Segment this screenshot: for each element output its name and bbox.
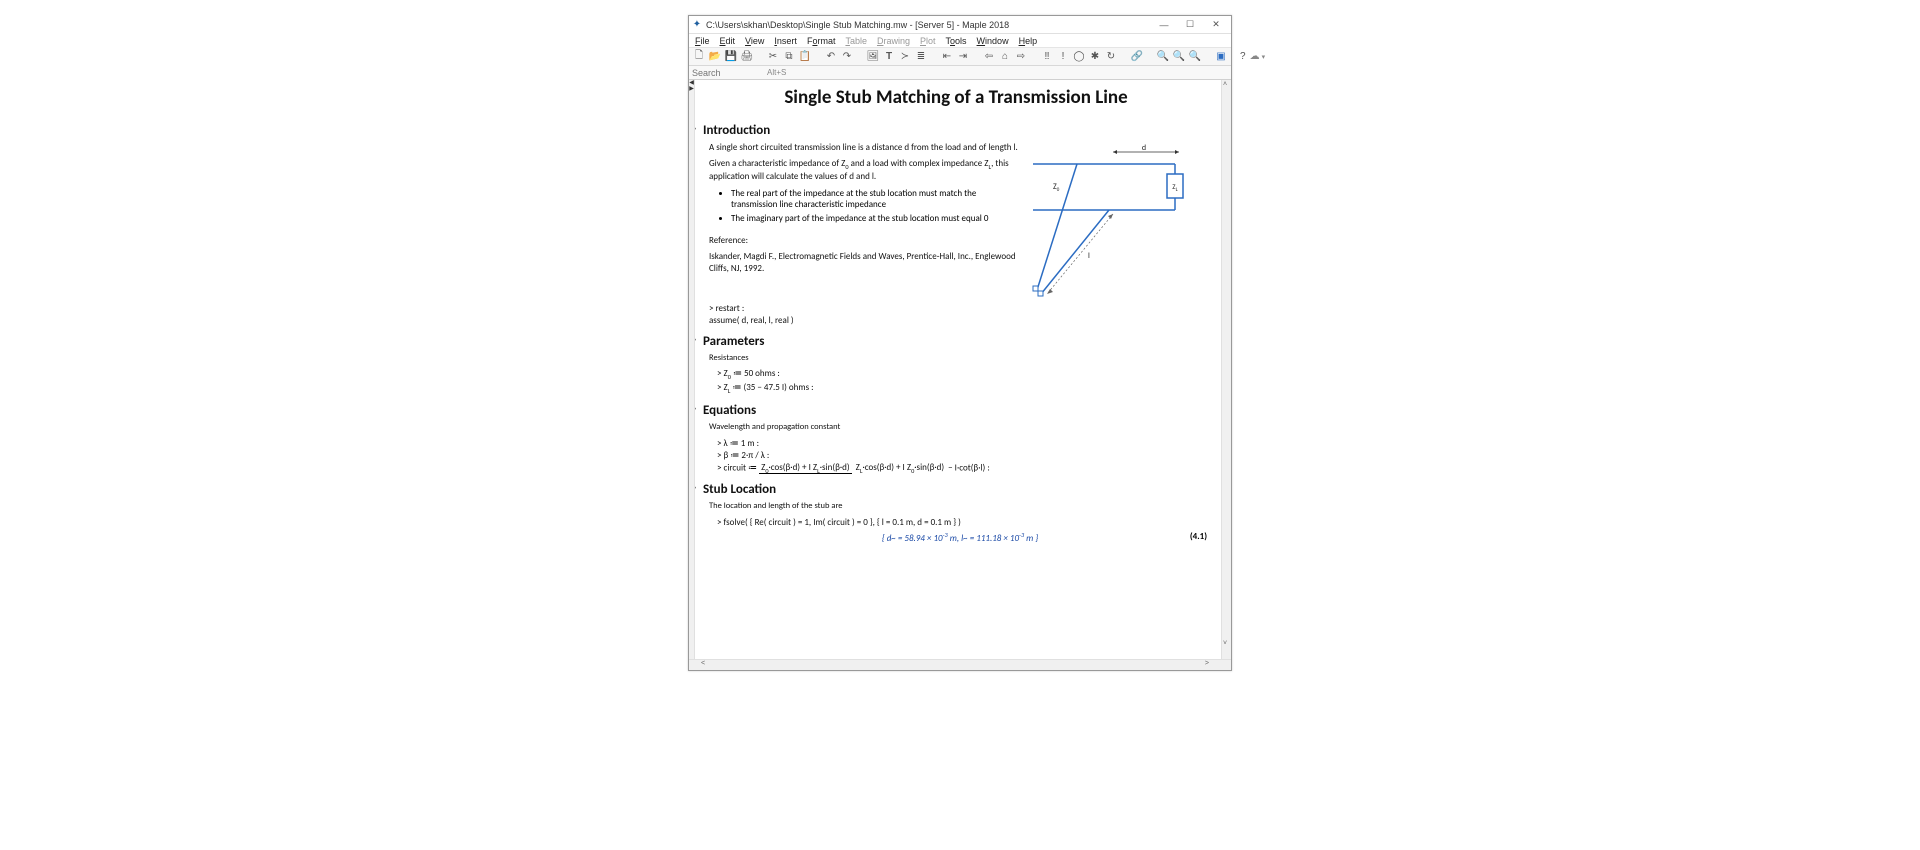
zoom-default-icon[interactable]: 🔍 [1172,50,1186,64]
code-beta[interactable]: > β ≔ 2·π / λ : [709,450,1211,461]
debug-icon[interactable]: ✱ [1088,50,1102,64]
code-assume[interactable]: assume( d, real, l, real ) [701,315,1211,326]
svg-text:l: l [1088,251,1090,261]
disclosure-triangle-icon[interactable]: ▼ [695,405,699,416]
zoom-in-icon[interactable]: 🔍 [1156,50,1170,64]
equations-subheading: Wavelength and propagation constant [709,422,1211,433]
intro-bullet-1: The real part of the impedance at the st… [731,188,1023,211]
indent-icon[interactable]: ⇥ [956,50,970,64]
intro-bullet-2: The imaginary part of the impedance at t… [731,213,1023,225]
svg-text:Z0: Z0 [1053,182,1060,193]
disclosure-triangle-icon[interactable]: ▼ [695,336,699,347]
document-area[interactable]: Single Stub Matching of a Transmission L… [695,80,1221,659]
equation-label: (4.1) [1190,531,1207,542]
window-title: C:\Users\skhan\Desktop\Single Stub Match… [706,20,1151,30]
section-heading-parameters: Parameters [703,334,764,349]
section-heading-stub: Stub Location [703,482,776,497]
intro-p1: A single short circuited transmission li… [709,142,1023,154]
close-button[interactable]: ✕ [1203,17,1229,33]
home-icon[interactable]: ⌂ [998,50,1012,64]
window-controls: — ☐ ✕ [1151,17,1229,33]
copy-icon[interactable]: ⧉ [782,50,796,64]
menu-edit[interactable]: Edit [716,36,740,46]
menu-table[interactable]: Table [841,36,871,46]
undo-icon[interactable]: ↶ [824,50,838,64]
intro-bullets: The real part of the impedance at the st… [709,188,1023,225]
execute-icon[interactable]: ! [1056,50,1070,64]
scroll-right-icon[interactable]: ˃ [1205,660,1209,667]
fullscreen-icon[interactable]: ▣ [1214,50,1228,64]
help-icon[interactable]: ? [1240,50,1246,64]
intro-p2: Given a characteristic impedance of Z0 a… [709,158,1023,183]
menu-file[interactable]: File [691,36,714,46]
menu-format[interactable]: Format [803,36,840,46]
restart-icon[interactable]: ↻ [1104,50,1118,64]
image-icon[interactable]: 🖼 [866,50,880,64]
link-icon[interactable]: 🔗 [1130,50,1144,64]
save-icon[interactable]: 💾 [724,50,738,64]
redo-icon[interactable]: ↷ [840,50,854,64]
reference-heading: Reference: [709,235,1023,247]
disclosure-triangle-icon[interactable]: ▼ [695,484,699,495]
open-icon[interactable]: 📂 [708,50,722,64]
menu-insert[interactable]: Insert [770,36,801,46]
code-restart[interactable]: > restart : [701,303,1211,314]
minimize-button[interactable]: — [1151,17,1177,33]
horizontal-scrollbar[interactable]: ˂ ˃ [695,660,1221,670]
scroll-left-icon[interactable]: ˂ [701,660,705,667]
new-icon[interactable]: 🗋 [692,50,706,64]
menu-drawing[interactable]: Drawing [873,36,914,46]
search-hint: Alt+S [767,68,786,77]
menu-window[interactable]: Window [973,36,1013,46]
workspace: ◀ ▶ Single Stub Matching of a Transmissi… [689,80,1231,659]
code-lambda[interactable]: > λ ≔ 1 m : [709,438,1211,449]
menu-help[interactable]: Help [1015,36,1042,46]
gutter-tri-right-icon: ▶ [689,87,694,92]
reference-text: Iskander, Magdi F., Electromagnetic Fiel… [709,251,1023,275]
section-heading-equations: Equations [703,403,756,418]
forward-icon[interactable]: ⇨ [1014,50,1028,64]
parameters-subheading: Resistances [709,353,1211,364]
transmission-line-diagram: d ZL Z0 [1031,142,1211,302]
toolbar: 🗋 📂 💾 🖨 ✂ ⧉ 📋 ↶ ↷ 🖼 T ≻ ≣ ⇤ ⇥ [689,48,1231,66]
menu-view[interactable]: View [741,36,768,46]
cut-icon[interactable]: ✂ [766,50,780,64]
code-fsolve[interactable]: > fsolve( { Re( circuit ) = 1, Im( circu… [709,517,1211,528]
paste-icon[interactable]: 📋 [798,50,812,64]
back-icon[interactable]: ⇦ [982,50,996,64]
section-icon[interactable]: ≣ [914,50,928,64]
equation-result: { d~ = 58.94 × 10-3 m, l~ = 111.18 × 10-… [709,531,1211,544]
menubar: File Edit View Insert Format Table Drawi… [689,34,1231,48]
cloud-dropdown-icon[interactable]: ▾ [1262,53,1266,61]
execute-all-icon[interactable]: ‼ [1040,50,1054,64]
zoom-out-icon[interactable]: 🔍 [1188,50,1202,64]
outdent-icon[interactable]: ⇤ [940,50,954,64]
svg-text:d: d [1142,143,1146,153]
code-circuit[interactable]: > circuit ≔ Z0·cos(β·d) + I ZL·sin(β·d) … [709,462,1211,475]
disclosure-triangle-icon[interactable]: ▼ [695,125,699,136]
stop-icon[interactable]: ◯ [1072,50,1086,64]
code-zl[interactable]: > ZL ≔ (35 − 47.5 I) ohms : [709,382,1211,395]
print-icon[interactable]: 🖨 [740,50,754,64]
section-heading-introduction: Introduction [703,123,770,138]
prompt-icon[interactable]: ≻ [898,50,912,64]
app-window: ✦ C:\Users\skhan\Desktop\Single Stub Mat… [688,15,1232,671]
maximize-button[interactable]: ☐ [1177,17,1203,33]
search-bar: Alt+S [689,66,1231,80]
app-icon: ✦ [691,19,703,31]
vertical-scrollbar[interactable]: ˄ ˅ [1221,80,1231,659]
text-icon[interactable]: T [882,50,896,64]
titlebar: ✦ C:\Users\skhan\Desktop\Single Stub Mat… [689,16,1231,34]
menu-tools[interactable]: Tools [942,36,971,46]
scroll-up-icon[interactable]: ˄ [1223,81,1227,88]
code-z0[interactable]: > Z0 ≔ 50 ohms : [709,368,1211,381]
stub-subheading: The location and length of the stub are [709,501,1211,512]
cloud-icon[interactable]: ☁ [1250,51,1260,62]
scroll-down-icon[interactable]: ˅ [1223,640,1227,647]
document-title: Single Stub Matching of a Transmission L… [701,86,1211,109]
menu-plot[interactable]: Plot [916,36,940,46]
